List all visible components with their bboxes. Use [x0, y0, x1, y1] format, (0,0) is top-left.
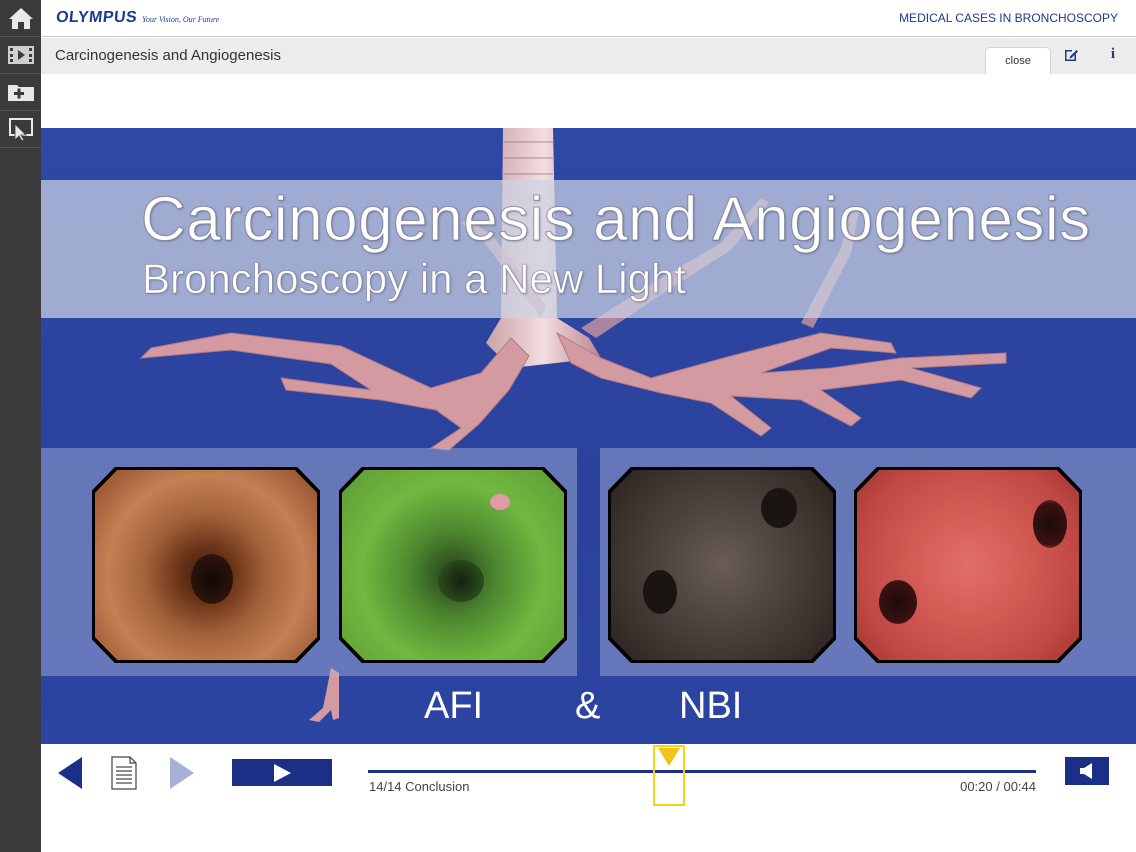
scope-image-nbi-1 [608, 467, 836, 663]
sidebar [0, 0, 41, 852]
page-title: Carcinogenesis and Angiogenesis [55, 47, 281, 64]
video-player-frame[interactable]: Carcinogenesis and Angiogenesis Bronchos… [41, 128, 1136, 744]
chapter-label: 14/14 Conclusion [369, 779, 470, 794]
video-subtitle: Bronchoscopy in a New Light [142, 255, 687, 303]
play-button[interactable] [232, 759, 332, 786]
scrubber-arrow-icon [657, 748, 680, 766]
top-bar: OLYMPUS Your Vision, Our Future MEDICAL … [41, 0, 1136, 37]
presentation-icon [8, 118, 33, 142]
chapters-icon [111, 756, 137, 790]
app-window: OLYMPUS Your Vision, Our Future MEDICAL … [0, 0, 1136, 852]
app-title: MEDICAL CASES IN BRONCHOSCOPY [899, 11, 1118, 25]
chapters-button[interactable] [110, 756, 138, 790]
olympus-logo: OLYMPUS Your Vision, Our Future [55, 9, 220, 27]
previous-button[interactable] [56, 756, 84, 790]
home-icon [8, 8, 33, 29]
progress-bar[interactable] [368, 770, 1036, 773]
play-icon [274, 763, 291, 782]
next-icon [170, 757, 194, 789]
scope-image-afi [339, 467, 567, 663]
afi-label: AFI [424, 685, 484, 727]
sidebar-item-add[interactable] [0, 74, 41, 111]
logo-wordmark: OLYMPUS [55, 9, 139, 26]
next-button[interactable] [168, 756, 196, 790]
edit-button[interactable] [1063, 47, 1081, 65]
time-label: 00:20 / 00:44 [960, 779, 1036, 794]
progress-scrubber[interactable] [652, 745, 685, 806]
volume-icon [1080, 763, 1092, 779]
sidebar-item-home[interactable] [0, 0, 41, 37]
logo-tagline: Your Vision, Our Future [142, 15, 220, 24]
sidebar-item-videos[interactable] [0, 37, 41, 74]
edit-icon [1065, 50, 1078, 61]
volume-button[interactable] [1065, 757, 1109, 785]
close-button[interactable]: close [985, 47, 1051, 74]
ampersand-label: & [575, 685, 601, 727]
player-controls: 14/14 Conclusion 00:20 / 00:44 [41, 744, 1136, 852]
film-icon [7, 46, 34, 64]
prev-icon [58, 757, 82, 789]
sidebar-item-presentation[interactable] [0, 111, 41, 148]
sub-bar: Carcinogenesis and Angiogenesis close i [41, 38, 1136, 74]
scope-image-nbi-2 [854, 467, 1082, 663]
add-folder-icon [7, 85, 34, 101]
info-button[interactable]: i [1103, 46, 1123, 66]
scope-image-white-light [92, 467, 320, 663]
info-icon: i [1110, 46, 1116, 62]
nbi-label: NBI [679, 685, 743, 727]
video-title: Carcinogenesis and Angiogenesis [141, 185, 1091, 255]
